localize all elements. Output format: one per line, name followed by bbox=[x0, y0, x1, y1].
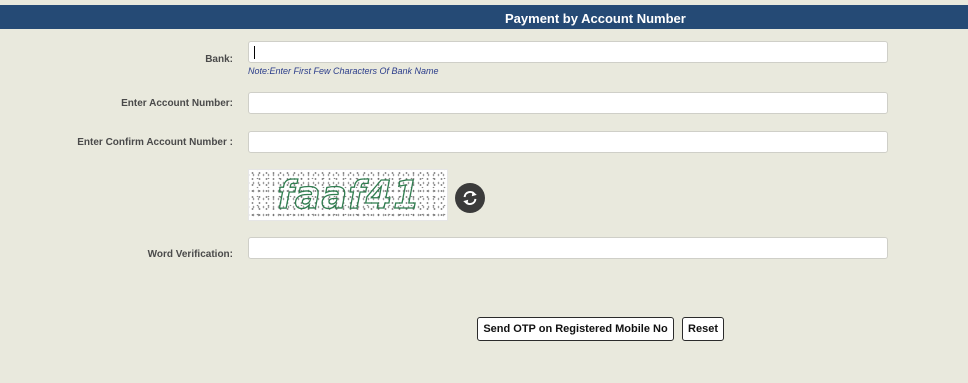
reset-button[interactable]: Reset bbox=[682, 317, 724, 341]
account-number-input[interactable] bbox=[248, 92, 888, 114]
page-title: Payment by Account Number bbox=[505, 11, 686, 26]
account-number-label: Enter Account Number: bbox=[121, 98, 233, 109]
bank-label: Bank: bbox=[205, 54, 233, 65]
confirm-account-number-label: Enter Confirm Account Number : bbox=[77, 137, 233, 148]
send-otp-button[interactable]: Send OTP on Registered Mobile No bbox=[477, 317, 674, 341]
bank-note: Note:Enter First Few Characters Of Bank … bbox=[248, 66, 439, 76]
page-header: Payment by Account Number bbox=[0, 5, 968, 29]
refresh-captcha-button[interactable] bbox=[455, 183, 485, 213]
confirm-account-number-input[interactable] bbox=[248, 131, 888, 153]
word-verification-label: Word Verification: bbox=[147, 249, 233, 260]
captcha-image: faaf41 bbox=[248, 169, 448, 221]
captcha-text: faaf41 bbox=[277, 172, 421, 217]
text-cursor bbox=[254, 46, 255, 59]
refresh-icon bbox=[463, 191, 477, 205]
bank-input[interactable] bbox=[248, 41, 888, 63]
word-verification-input[interactable] bbox=[248, 237, 888, 259]
